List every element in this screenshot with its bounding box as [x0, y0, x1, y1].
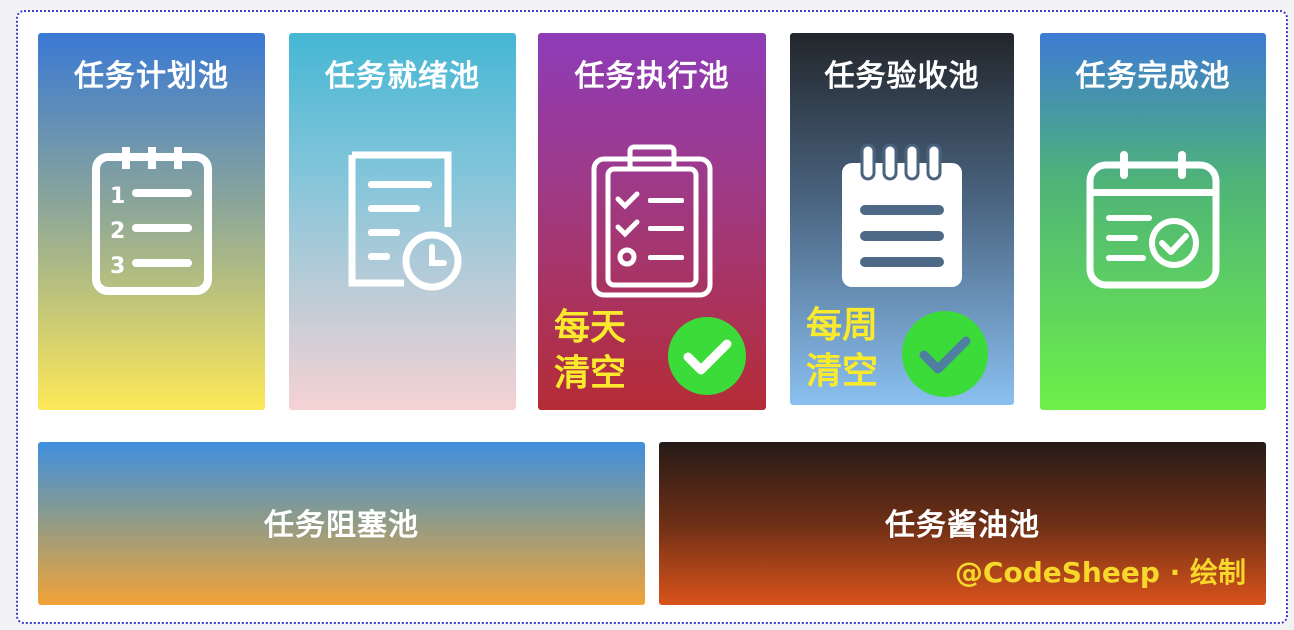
check-circle-icon	[668, 317, 746, 395]
badge-line: 清空	[806, 351, 879, 392]
pool-card-blocked: 任务阻塞池	[38, 442, 645, 605]
svg-text:3: 3	[110, 254, 125, 279]
calendar-check-icon	[1040, 143, 1266, 303]
check-circle-icon	[902, 311, 988, 397]
pool-card-executing: 任务执行池 每天 清空	[538, 33, 766, 410]
pool-title: 任务阻塞池	[264, 508, 419, 543]
pool-card-done: 任务完成池	[1040, 33, 1266, 410]
pool-card-acceptance: 任务验收池 每周 清空	[790, 33, 1014, 405]
pool-title: 任务酱油池	[885, 508, 1040, 543]
document-clock-icon	[289, 143, 516, 303]
pool-title: 任务计划池	[74, 59, 229, 94]
pool-card-plan: 任务计划池 1 2 3	[38, 33, 265, 410]
pool-title: 任务验收池	[824, 59, 980, 94]
pool-title: 任务执行池	[574, 59, 730, 94]
pool-title: 任务就绪池	[325, 59, 480, 94]
author-credit: @CodeSheep · 绘制	[954, 556, 1246, 589]
numbered-clipboard-icon: 1 2 3	[38, 143, 265, 303]
daily-clear-badge: 每天 清空	[554, 305, 626, 397]
pool-title: 任务完成池	[1075, 59, 1231, 94]
badge-line: 每天	[554, 307, 627, 348]
notepad-icon	[790, 143, 1014, 303]
badge-line: 每周	[806, 305, 879, 346]
pool-card-ready: 任务就绪池	[289, 33, 516, 410]
badge-line: 清空	[554, 353, 627, 394]
svg-text:2: 2	[110, 219, 125, 244]
checklist-clipboard-icon	[538, 143, 766, 303]
svg-text:1: 1	[110, 184, 125, 209]
pool-card-idle: 任务酱油池 @CodeSheep · 绘制	[659, 442, 1266, 605]
weekly-clear-badge: 每周 清空	[806, 303, 878, 395]
